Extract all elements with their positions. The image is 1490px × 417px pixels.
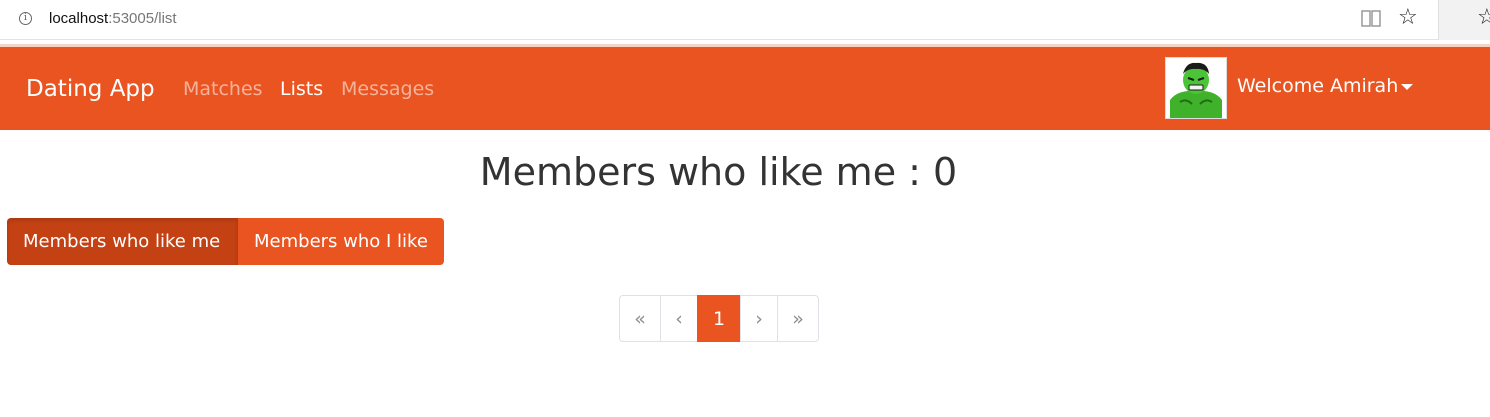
pagination-first-button[interactable]: « (619, 295, 661, 342)
url-host: localhost (49, 10, 109, 27)
members-who-i-like-button[interactable]: Members who I like (238, 218, 444, 265)
pagination-page-1[interactable]: 1 (697, 295, 741, 342)
user-avatar[interactable] (1165, 57, 1227, 119)
url-path: :53005/list (108, 10, 177, 27)
user-menu-toggle[interactable]: Welcome Amirah (1237, 75, 1398, 97)
top-navbar: Dating App Matches Lists Messages Welcom… (0, 47, 1490, 130)
reading-view-icon[interactable] (1360, 9, 1382, 33)
nav-link-messages[interactable]: Messages (341, 78, 434, 100)
pagination-next-button[interactable]: › (740, 295, 778, 342)
info-icon[interactable]: i (19, 12, 32, 25)
favorite-star-icon[interactable]: ☆ (1398, 6, 1418, 30)
browser-address-bar[interactable]: i localhost:53005/list ☆ (0, 0, 1438, 40)
page-title: Members who like me : 0 (479, 150, 958, 194)
pagination: « ‹ 1 › » (619, 295, 819, 342)
url-text[interactable]: localhost:53005/list (49, 10, 177, 27)
brand-link[interactable]: Dating App (26, 76, 155, 102)
members-who-like-me-button[interactable]: Members who like me (7, 218, 238, 265)
pagination-last-button[interactable]: » (777, 295, 819, 342)
nav-link-lists[interactable]: Lists (280, 78, 323, 100)
favorites-hub-icon[interactable]: ☆ (1477, 6, 1490, 30)
chevron-down-icon[interactable] (1401, 84, 1413, 90)
pagination-previous-button[interactable]: ‹ (660, 295, 698, 342)
browser-side-toolbar: ☆ (1438, 0, 1490, 40)
nav-link-matches[interactable]: Matches (183, 78, 263, 100)
list-filter-button-group: Members who like me Members who I like (7, 218, 444, 265)
